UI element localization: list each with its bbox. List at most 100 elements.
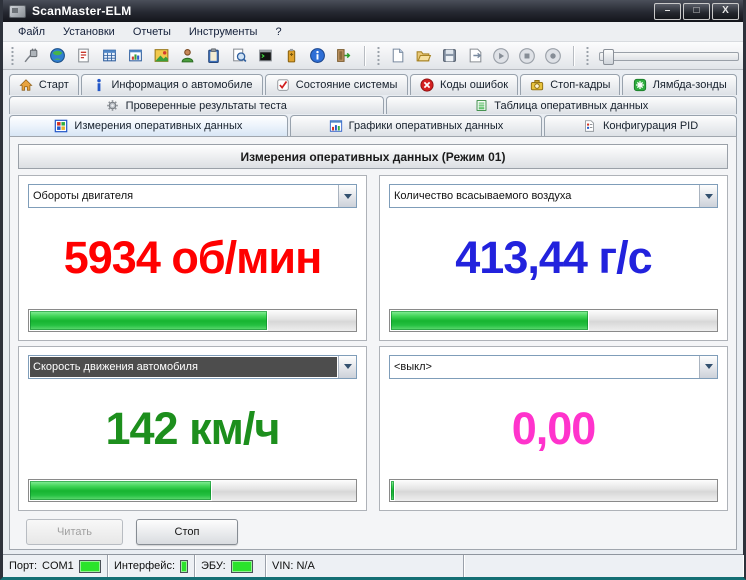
pid-select-value: Количество всасываемого воздуха	[394, 190, 572, 202]
tab-freeze-frames[interactable]: Стоп-кадры	[520, 74, 621, 95]
menu-reports[interactable]: Отчеты	[124, 24, 180, 40]
tab-strip: Старт Информация о автомобиле Состояние …	[3, 70, 743, 136]
home-icon	[19, 78, 33, 92]
title-bar: ScanMaster-ELM – □ X	[3, 0, 743, 22]
tab-label: Стоп-кадры	[550, 79, 611, 91]
menu-bar: Файл Установки Отчеты Инструменты ?	[3, 22, 743, 42]
toolbar-slider[interactable]	[599, 48, 740, 65]
port-label: Порт:	[9, 560, 37, 572]
toolbar-grip[interactable]	[10, 46, 15, 65]
tab-label: Коды ошибок	[440, 79, 509, 91]
exit-icon[interactable]	[332, 44, 356, 68]
data-table-icon[interactable]	[98, 44, 122, 68]
port-status-led	[78, 559, 101, 573]
meter-bar-fill	[29, 480, 213, 501]
meter-value-speed: 142 км/ч	[105, 402, 280, 454]
tab-trouble-codes[interactable]: Коды ошибок	[409, 74, 519, 95]
tab-live-data-graphs[interactable]: Графики оперативных данных	[289, 115, 543, 136]
tab-lambda-sensors[interactable]: Лямбда-зонды	[622, 74, 737, 95]
color-grid-icon	[54, 119, 68, 133]
app-chip-icon	[9, 4, 26, 18]
tab-vehicle-info[interactable]: Информация о автомобиле	[80, 74, 264, 95]
pid-select-off[interactable]: <выкл>	[389, 354, 718, 379]
meter-panel-maf: Количество всасываемого воздуха 413,44 г…	[379, 175, 728, 341]
chevron-down-icon[interactable]	[338, 355, 356, 378]
data-chart-icon[interactable]	[124, 44, 148, 68]
pid-doc-icon	[583, 119, 597, 133]
vin-value: VIN: N/A	[272, 560, 315, 572]
user-icon[interactable]	[176, 44, 200, 68]
stop-icon[interactable]	[515, 44, 539, 68]
tab-label: Состояние системы	[295, 79, 398, 91]
meter-bar-fill	[29, 309, 268, 331]
export-icon[interactable]	[463, 44, 487, 68]
green-asterisk-icon	[633, 78, 647, 92]
stop-button[interactable]: Стоп	[136, 519, 238, 545]
gallery-icon[interactable]	[150, 44, 174, 68]
meter-bar-rpm	[28, 308, 357, 332]
slider-track[interactable]	[599, 51, 740, 61]
tab-label: Старт	[38, 79, 69, 91]
pid-select-value: <выкл>	[394, 360, 432, 373]
toolbar-separator-2	[573, 45, 575, 66]
menu-file[interactable]: Файл	[9, 24, 54, 40]
ecu-status-led	[230, 559, 253, 573]
search-icon[interactable]	[228, 44, 252, 68]
meter-bar-off	[389, 479, 718, 502]
bar-chart-icon	[329, 119, 343, 133]
tab-pid-config[interactable]: Конфигурация PID	[544, 115, 737, 136]
connect-icon[interactable]	[20, 44, 44, 68]
maximize-button[interactable]: □	[683, 2, 710, 20]
camera-icon	[530, 78, 544, 92]
tab-live-data-meters[interactable]: Измерения оперативных данных	[9, 115, 288, 136]
report-icon[interactable]	[72, 44, 96, 68]
pid-select-maf[interactable]: Количество всасываемого воздуха	[389, 184, 718, 208]
meter-bar-fill	[390, 309, 590, 331]
meter-panel-rpm: Обороты двигателя 5934 об/мин	[18, 175, 367, 341]
play-icon[interactable]	[489, 44, 513, 68]
tab-live-data-table[interactable]: Таблица оперативных данных	[385, 96, 737, 114]
action-buttons: Читать Стоп	[10, 515, 736, 549]
meter-value-rpm: 5934 об/мин	[63, 232, 323, 284]
tab-label: Проверенные результаты теста	[125, 99, 287, 112]
tab-start[interactable]: Старт	[9, 74, 79, 95]
globe-icon[interactable]	[46, 44, 70, 68]
live-data-meters-page: Измерения оперативных данных (Режим 01) …	[9, 136, 737, 550]
pid-select-value: Скорость движения автомобиля	[30, 356, 337, 377]
save-icon[interactable]	[438, 44, 462, 68]
battery-icon[interactable]	[280, 44, 304, 68]
menu-help[interactable]: ?	[266, 24, 290, 40]
status-spacer	[464, 555, 743, 577]
menu-settings[interactable]: Установки	[54, 24, 124, 40]
port-value: COM1	[42, 560, 74, 572]
open-icon[interactable]	[412, 44, 436, 68]
chevron-down-icon[interactable]	[338, 185, 356, 207]
slider-thumb[interactable]	[603, 48, 615, 65]
toolbar-grip-3[interactable]	[585, 46, 591, 65]
info-icon[interactable]	[306, 44, 330, 68]
tab-system-status[interactable]: Состояние системы	[265, 74, 408, 95]
gear-icon	[106, 99, 120, 113]
meter-bar-fill	[390, 480, 395, 501]
close-button[interactable]: X	[712, 2, 739, 20]
tab-tested-results[interactable]: Проверенные результаты теста	[9, 96, 384, 114]
new-file-icon[interactable]	[386, 44, 410, 68]
tab-label: Таблица оперативных данных	[494, 99, 649, 112]
page-title: Измерения оперативных данных (Режим 01)	[18, 144, 728, 169]
pid-select-speed[interactable]: Скорость движения автомобиля	[28, 354, 357, 379]
menu-tools[interactable]: Инструменты	[180, 24, 267, 40]
toolbar-grip-2[interactable]	[375, 46, 381, 65]
minimize-button[interactable]: –	[654, 2, 681, 20]
chevron-down-icon[interactable]	[699, 185, 717, 207]
chevron-down-icon[interactable]	[699, 355, 717, 378]
console-icon[interactable]	[254, 44, 278, 68]
record-icon[interactable]	[541, 44, 565, 68]
clipboard-icon[interactable]	[202, 44, 226, 68]
meter-bar-maf	[389, 308, 718, 332]
read-button[interactable]: Читать	[26, 519, 123, 545]
status-vin: VIN: N/A	[266, 555, 464, 577]
tab-label: Информация о автомобиле	[111, 79, 253, 91]
checkbox-red-check-icon	[276, 78, 290, 92]
red-x-circle-icon	[420, 78, 434, 92]
pid-select-rpm[interactable]: Обороты двигателя	[28, 184, 357, 208]
